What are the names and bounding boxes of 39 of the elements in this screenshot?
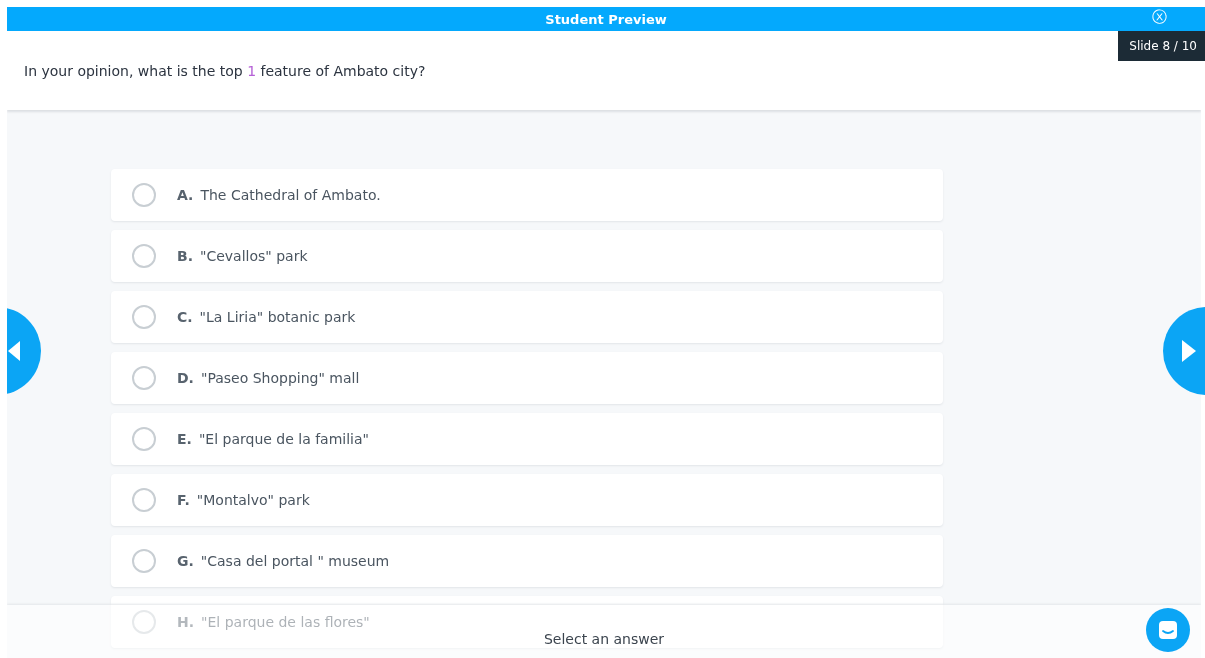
- radio-button[interactable]: [132, 488, 156, 512]
- header-title: Student Preview: [545, 11, 667, 27]
- option-text: "Casa del portal " museum: [200, 553, 390, 569]
- radio-button[interactable]: [132, 305, 156, 329]
- option-letter: B.: [177, 248, 193, 264]
- answer-option[interactable]: A. The Cathedral of Ambato.: [111, 169, 943, 221]
- radio-button[interactable]: [132, 183, 156, 207]
- option-text: "El parque de la familia": [198, 431, 370, 447]
- option-letter: C.: [177, 309, 193, 325]
- option-text: "Paseo Shopping" mall: [200, 370, 360, 386]
- option-text: "Cevallos" park: [200, 248, 308, 264]
- status-text: Select an answer: [543, 631, 665, 647]
- option-letter: F.: [177, 492, 190, 508]
- answer-option[interactable]: B. "Cevallos" park: [111, 230, 943, 282]
- radio-button[interactable]: [132, 549, 156, 573]
- option-letter: G.: [177, 553, 194, 569]
- answer-option[interactable]: E. "El parque de la familia": [111, 413, 943, 465]
- option-letter: D.: [177, 370, 194, 386]
- left-arrow-icon: [7, 340, 21, 362]
- radio-button[interactable]: [132, 244, 156, 268]
- right-arrow-icon: [1181, 339, 1197, 363]
- radio-button[interactable]: [132, 427, 156, 451]
- option-text: "Montalvo" park: [196, 492, 310, 508]
- question-text: In your opinion, what is the top 1 feature of Ambato city?: [24, 62, 426, 79]
- option-text: "La Liria" botanic park: [199, 309, 356, 325]
- radio-button[interactable]: [132, 610, 156, 634]
- option-letter: H.: [177, 614, 195, 630]
- answer-option[interactable]: C. "La Liria" botanic park: [111, 291, 943, 343]
- radio-button[interactable]: [132, 366, 156, 390]
- slide-counter: Slide 8 / 10: [1118, 31, 1205, 61]
- option-text: The Cathedral of Ambato.: [200, 187, 381, 203]
- answer-option[interactable]: F. "Montalvo" park: [111, 474, 943, 526]
- option-text: "El parque de las flores": [201, 614, 370, 630]
- answer-option[interactable]: D. "Paseo Shopping" mall: [111, 352, 943, 404]
- chat-button[interactable]: [1146, 608, 1190, 652]
- option-letter: A.: [177, 187, 194, 203]
- option-letter: E.: [177, 431, 192, 447]
- answer-option[interactable]: G. "Casa del portal " museum: [111, 535, 943, 587]
- chat-icon: [1158, 620, 1178, 640]
